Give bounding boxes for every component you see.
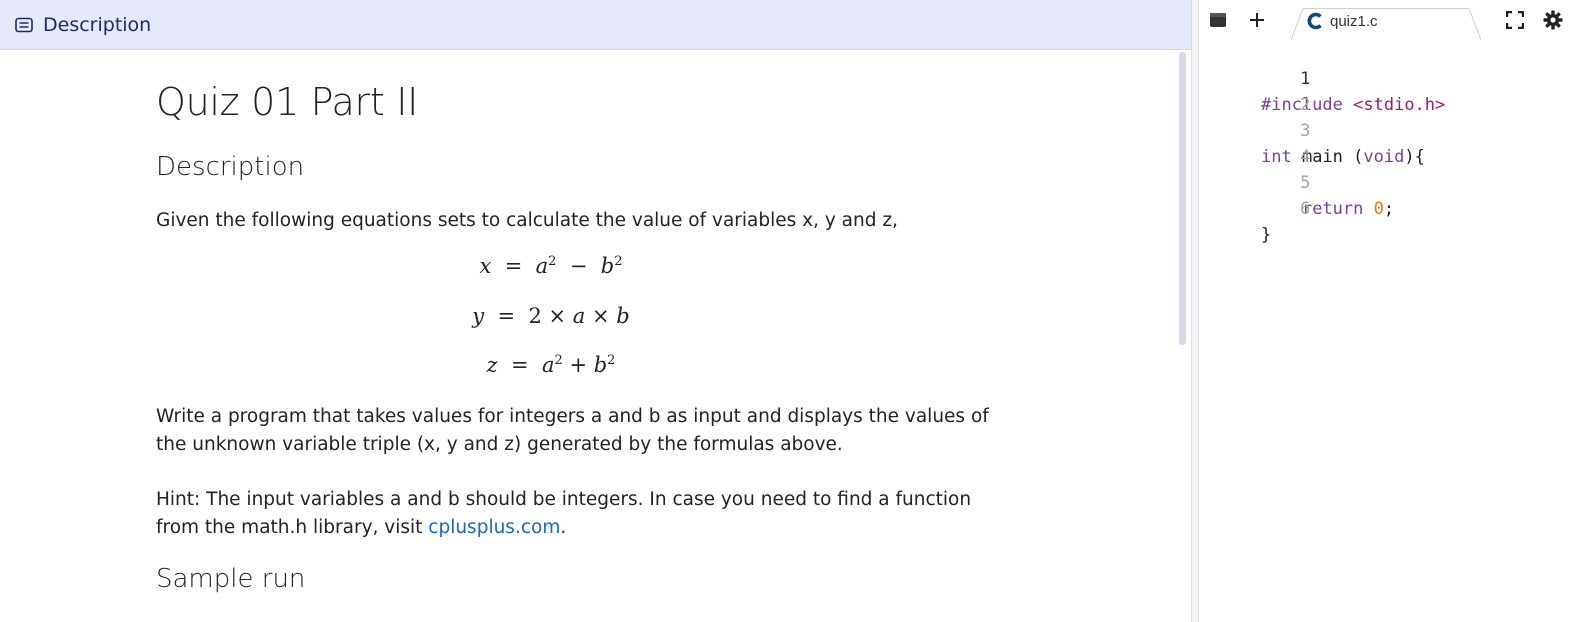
gear-icon[interactable] xyxy=(1542,9,1564,31)
hint-end: . xyxy=(560,517,567,538)
code-line: 3 int main (void){ xyxy=(1199,92,1425,167)
fullscreen-icon[interactable] xyxy=(1504,9,1526,31)
description-icon xyxy=(14,15,34,35)
code-text: } xyxy=(1261,225,1272,245)
description-scrollbar[interactable] xyxy=(1179,52,1186,345)
code-line: 4 xyxy=(1199,118,1310,167)
cplusplus-link[interactable]: cplusplus.com xyxy=(428,517,560,538)
hint-paragraph: Hint: The input variables a and b should… xyxy=(156,486,1016,542)
equation-z: z = a2 + b2 xyxy=(486,353,616,377)
line-number: 4 xyxy=(1300,147,1311,167)
description-header: Description xyxy=(0,0,1192,50)
editor-pane: quiz1.c 1 #include <stdio.h> 2 3 int mai… xyxy=(1199,0,1593,622)
code-line: 5 return 0; xyxy=(1199,144,1394,219)
line-number: 3 xyxy=(1300,121,1311,141)
line-number: 6 xyxy=(1300,199,1311,219)
equation-x: x = a2 − b2 xyxy=(479,254,623,278)
section-heading-description: Description xyxy=(156,152,305,182)
intro-paragraph: Given the following equations sets to ca… xyxy=(156,210,898,231)
program-paragraph: Write a program that takes values for in… xyxy=(156,406,989,455)
description-pane: Description Quiz 01 Part II Description … xyxy=(0,0,1192,622)
code-line: 6 } xyxy=(1199,170,1310,245)
code-line: 2 xyxy=(1199,66,1310,115)
c-language-icon xyxy=(1306,12,1324,30)
equation-y: y = 2 × a × b xyxy=(472,304,630,328)
line-number: 1 xyxy=(1300,69,1311,89)
line-number: 2 xyxy=(1300,95,1311,115)
terminal-icon[interactable] xyxy=(1207,9,1229,31)
pane-resize-handle[interactable] xyxy=(1191,0,1199,622)
code-editor[interactable]: 1 #include <stdio.h> 2 3 int main (void)… xyxy=(1199,40,1593,622)
code-line: 1 #include <stdio.h> xyxy=(1199,40,1445,115)
editor-tabbar: quiz1.c xyxy=(1199,0,1593,40)
file-tab-label[interactable]: quiz1.c xyxy=(1330,13,1378,30)
line-number: 5 xyxy=(1300,173,1311,193)
section-heading-sample-run: Sample run xyxy=(156,564,306,594)
page-title: Quiz 01 Part II xyxy=(156,80,419,124)
plus-icon[interactable] xyxy=(1246,9,1268,31)
description-header-title[interactable]: Description xyxy=(43,14,151,36)
